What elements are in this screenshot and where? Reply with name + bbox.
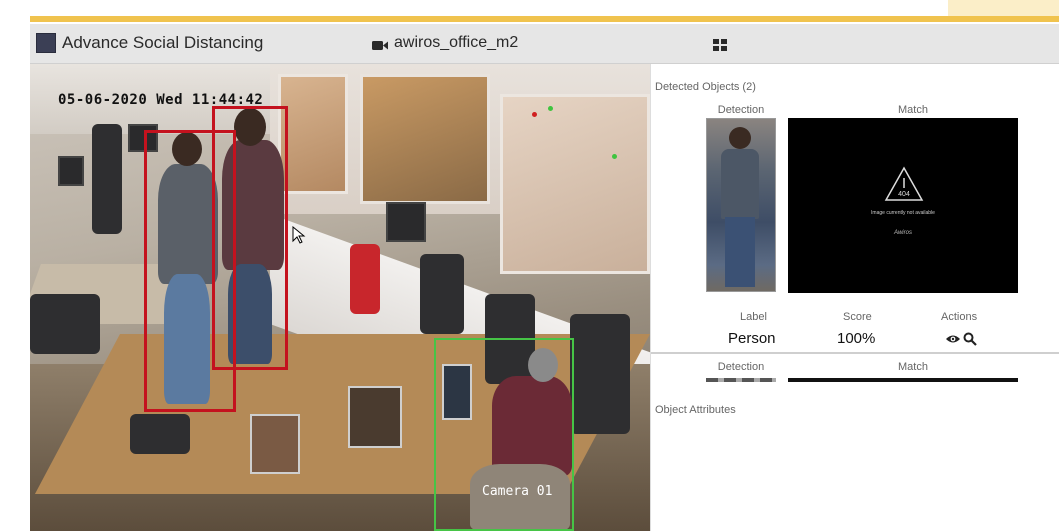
detection-thumbnail-strip[interactable] [706, 378, 776, 382]
thumbnail-person-head [729, 127, 751, 149]
marker-dot [612, 154, 617, 159]
left-margin [0, 24, 30, 531]
match-brand-mark: Awiros [894, 230, 912, 236]
column-header-detection: Detection [717, 361, 765, 373]
video-feed[interactable]: 05-06-2020 Wed 11:44:42 Camera 01 [30, 64, 650, 531]
scene-monitor [58, 156, 84, 186]
search-icon[interactable] [963, 332, 977, 346]
column-header-match: Match [898, 361, 928, 373]
accent-line [30, 16, 1059, 22]
warning-code: 404 [898, 191, 910, 198]
detected-objects-title: Detected Objects (2) [655, 81, 756, 93]
marker-dot [548, 106, 553, 111]
label-value: Person [728, 330, 776, 347]
match-placeholder-text: Image currently not available [871, 210, 935, 216]
match-image[interactable]: 404 Image currently not available Awiros [788, 118, 1018, 293]
app-logo-icon [36, 33, 56, 53]
scene-window [500, 94, 650, 274]
scene-monitor [386, 202, 426, 242]
scene-window [360, 74, 490, 204]
header-actions: Actions [941, 311, 978, 323]
eye-icon[interactable] [945, 333, 961, 345]
score-value: 100% [837, 330, 876, 347]
scene-chair-red [350, 244, 380, 314]
detection-thumbnail[interactable] [706, 118, 776, 292]
column-header-match: Match [898, 104, 928, 116]
app-title: Advance Social Distancing [62, 33, 264, 52]
camera-name[interactable]: awiros_office_m2 [394, 34, 518, 52]
scene-chair [30, 294, 100, 354]
thumbnail-person-body [721, 149, 759, 219]
header-label: Label [740, 311, 767, 323]
object-attributes-title: Object Attributes [655, 404, 736, 416]
detection-box-ok[interactable] [434, 338, 574, 531]
column-header-detection: Detection [717, 104, 765, 116]
video-camera-icon [372, 41, 388, 50]
marker-dot [532, 112, 537, 117]
scene-chair [92, 124, 122, 234]
header-score: Score [843, 311, 872, 323]
app-header: Advance Social Distancing awiros_office_… [30, 24, 1059, 64]
scene-laptop [348, 386, 402, 448]
scene-chair [570, 314, 630, 434]
warning-icon: 404 [884, 166, 924, 201]
scene-chair [420, 254, 464, 334]
accent-box [948, 0, 1059, 16]
scene-chair [130, 414, 190, 454]
detection-box-alert[interactable] [212, 106, 288, 370]
scene-window [278, 74, 348, 194]
match-image-strip[interactable] [788, 378, 1018, 382]
camera-label: Camera 01 [482, 484, 553, 499]
scene-laptop [250, 414, 300, 474]
top-band [0, 0, 1059, 24]
mouse-cursor-icon [292, 226, 306, 244]
details-panel: Detected Objects (2) Detection Match 404… [650, 64, 1059, 531]
thumbnail-person-legs [725, 217, 755, 287]
panel-divider [651, 352, 1059, 354]
grid-icon[interactable] [713, 39, 727, 51]
